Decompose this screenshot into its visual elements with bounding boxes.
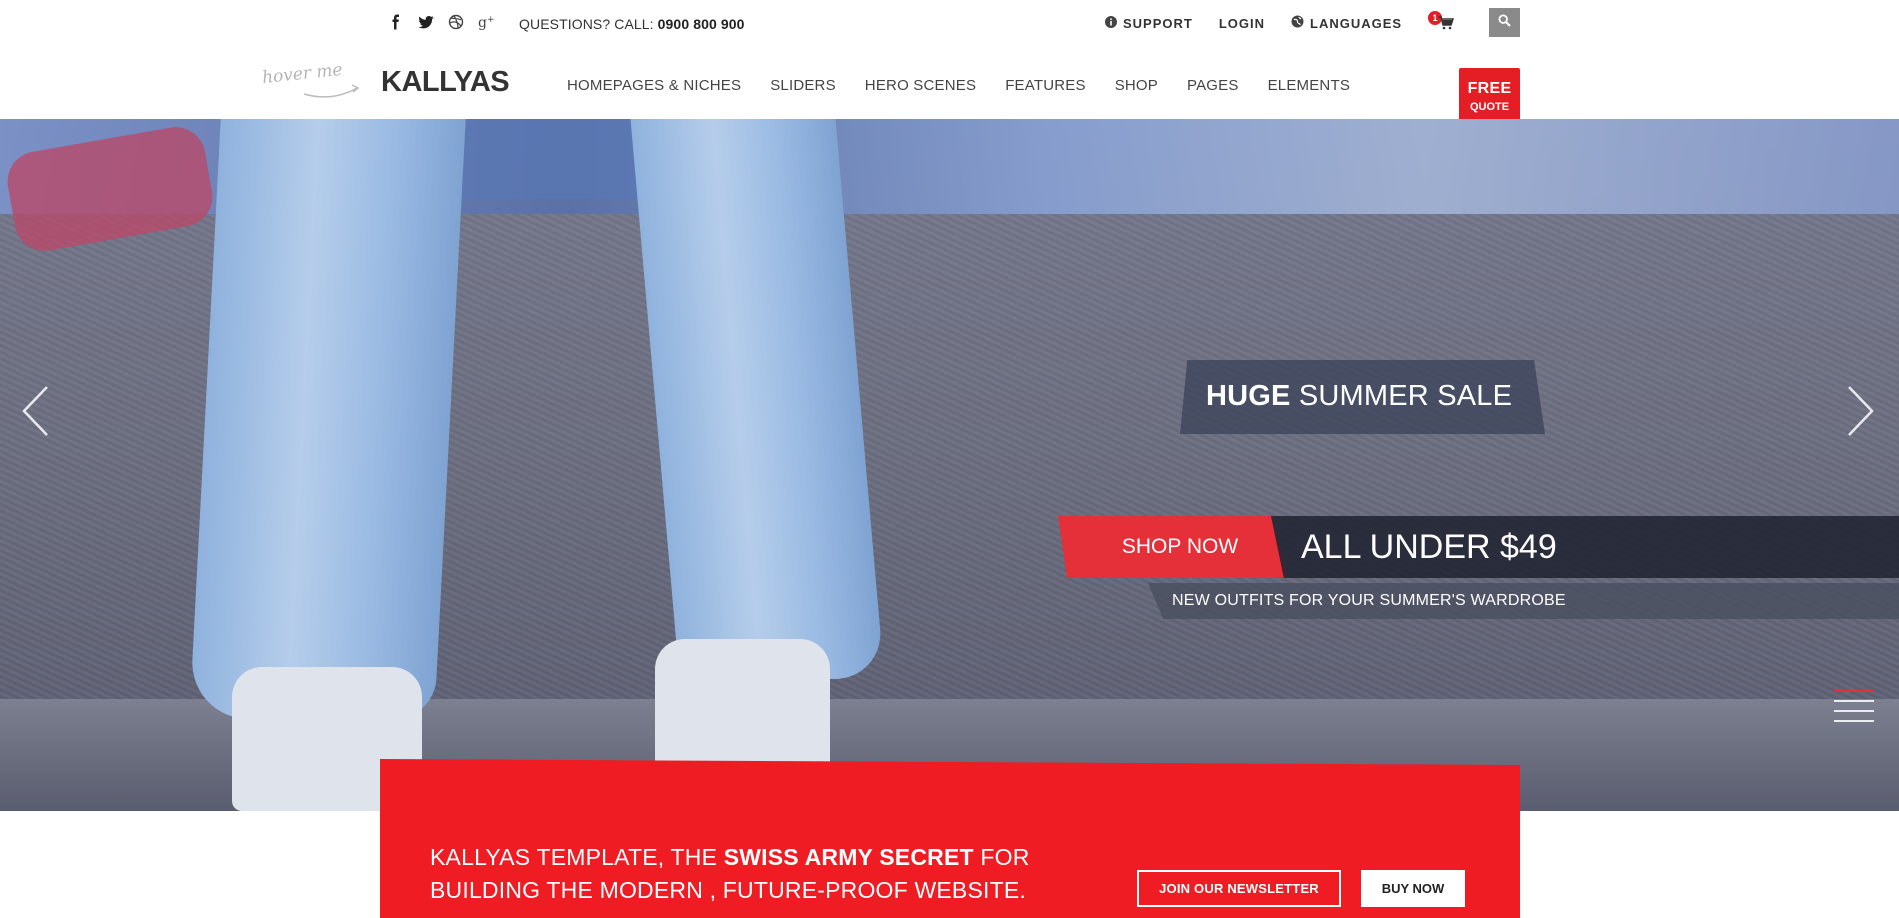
slide-indicator[interactable] bbox=[1834, 700, 1874, 702]
slide-indicator[interactable] bbox=[1834, 710, 1874, 712]
chevron-right-icon bbox=[1848, 386, 1874, 436]
buy-now-button[interactable]: BUY NOW bbox=[1361, 870, 1465, 907]
top-bar: g + QUESTIONS? CALL: 0900 800 900 SUPPORT… bbox=[0, 0, 1899, 46]
main-nav: HOMEPAGES & NICHES SLIDERS HERO SCENES F… bbox=[567, 77, 1379, 94]
promo-text-pre: KALLYAS TEMPLATE, THE bbox=[430, 844, 724, 870]
top-links: SUPPORT LOGIN LANGUAGES bbox=[1105, 15, 1428, 31]
free-quote-bottom: QUOTE bbox=[1469, 101, 1510, 113]
svg-text:g: g bbox=[478, 15, 487, 30]
shop-now-button[interactable]: SHOP NOW bbox=[1058, 516, 1288, 578]
twitter-icon[interactable] bbox=[418, 14, 434, 30]
slide-indicator[interactable] bbox=[1834, 690, 1874, 692]
globe-icon bbox=[1291, 15, 1304, 31]
hover-me-hint: hover me bbox=[261, 60, 362, 102]
slider-prev-arrow[interactable] bbox=[20, 385, 50, 437]
promo-text: KALLYAS TEMPLATE, THE SWISS ARMY SECRET … bbox=[430, 841, 1070, 907]
login-label: LOGIN bbox=[1218, 15, 1266, 31]
svg-text:+: + bbox=[487, 15, 495, 25]
main-header: hover me KALLYAS HOMEPAGES & NICHES SLID… bbox=[0, 46, 1899, 128]
free-quote-top: FREE bbox=[1467, 80, 1512, 97]
hero-price-line: ALL UNDER $49 bbox=[1271, 516, 1899, 578]
contact-phone: QUESTIONS? CALL: 0900 800 900 bbox=[519, 16, 745, 32]
phone-number[interactable]: 0900 800 900 bbox=[658, 16, 745, 32]
slide-navigation[interactable] bbox=[1834, 690, 1874, 730]
support-label: SUPPORT bbox=[1123, 15, 1193, 31]
search-icon bbox=[1498, 13, 1511, 32]
curved-arrow-icon bbox=[303, 84, 360, 98]
google-plus-icon[interactable]: g + bbox=[478, 14, 495, 31]
questions-label: QUESTIONS? CALL: bbox=[519, 16, 654, 32]
social-links: g + bbox=[388, 14, 495, 31]
nav-homepages-niches[interactable]: HOMEPAGES & NICHES bbox=[567, 77, 741, 94]
nav-sliders[interactable]: SLIDERS bbox=[770, 77, 836, 94]
hero-slider: HUGE SUMMER SALE SHOP NOW ALL UNDER $49 … bbox=[0, 119, 1899, 811]
slide-indicator[interactable] bbox=[1834, 720, 1874, 722]
languages-link[interactable]: LANGUAGES bbox=[1291, 15, 1402, 31]
cart-icon[interactable] bbox=[1438, 16, 1456, 32]
page: g + QUESTIONS? CALL: 0900 800 900 SUPPORT… bbox=[0, 0, 1899, 918]
caption-bold: HUGE bbox=[1206, 380, 1291, 412]
nav-hero-scenes[interactable]: HERO SCENES bbox=[865, 77, 976, 94]
nav-features[interactable]: FEATURES bbox=[1005, 77, 1086, 94]
hero-leg-left bbox=[189, 119, 466, 719]
search-button[interactable] bbox=[1489, 8, 1520, 37]
login-link[interactable]: LOGIN bbox=[1219, 16, 1265, 31]
info-icon bbox=[1105, 15, 1117, 31]
promo-text-bold: SWISS ARMY SECRET bbox=[723, 844, 974, 870]
nav-elements[interactable]: ELEMENTS bbox=[1268, 77, 1350, 94]
promo-banner: KALLYAS TEMPLATE, THE SWISS ARMY SECRET … bbox=[380, 759, 1520, 918]
slider-next-arrow[interactable] bbox=[1846, 385, 1876, 437]
nav-pages[interactable]: PAGES bbox=[1187, 77, 1239, 94]
join-newsletter-button[interactable]: JOIN OUR NEWSLETTER bbox=[1137, 870, 1341, 907]
dribbble-icon[interactable] bbox=[448, 14, 464, 30]
support-link[interactable]: SUPPORT bbox=[1105, 15, 1193, 31]
chevron-left-icon bbox=[22, 386, 48, 436]
caption-rest: SUMMER SALE bbox=[1298, 380, 1513, 412]
languages-label: LANGUAGES bbox=[1310, 15, 1403, 31]
site-logo[interactable]: KALLYAS bbox=[381, 66, 510, 99]
hero-subcaption: NEW OUTFITS FOR YOUR SUMMER'S WARDROBE bbox=[1148, 583, 1899, 619]
hero-caption-sale: HUGE SUMMER SALE bbox=[1180, 360, 1545, 434]
nav-shop[interactable]: SHOP bbox=[1115, 77, 1158, 94]
facebook-icon[interactable] bbox=[388, 14, 404, 30]
